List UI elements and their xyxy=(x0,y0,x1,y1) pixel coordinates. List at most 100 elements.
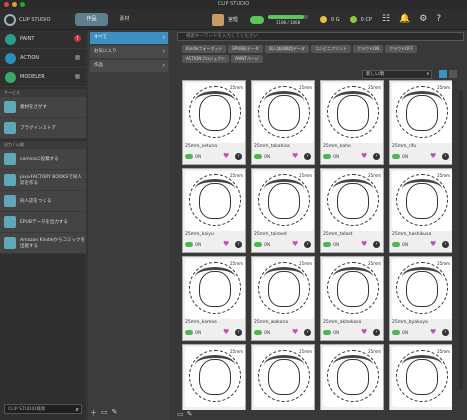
folder-icon[interactable]: ▭ xyxy=(177,410,184,418)
category-works[interactable]: 作品 › xyxy=(90,60,168,72)
services-header: サービス xyxy=(0,89,86,97)
keyword-search-placeholder: 検索キーワードを入力してください xyxy=(186,34,258,39)
cloud-icon xyxy=(185,242,193,247)
favorite-heart-icon[interactable]: ♥ xyxy=(223,241,229,248)
category-footer: ＋ ▭ ✎ xyxy=(90,408,118,418)
settings-sliders-icon[interactable]: ☷ xyxy=(382,14,390,24)
work-card[interactable]: 25mm 25mm_tairoed ON ♥ › xyxy=(251,168,315,253)
work-card[interactable]: 25mm 25mm_rifu ON ♥ › xyxy=(389,80,452,165)
favorite-heart-icon[interactable]: ♥ xyxy=(223,329,229,336)
work-card[interactable]: 25mm 25mm_kaiyu ON ♥ › xyxy=(182,168,246,253)
category-label: お気に入り xyxy=(94,49,117,54)
clip-studio-search-input[interactable]: CLIP STUDIO検索 ⌕ xyxy=(4,404,82,414)
work-card[interactable]: 25mm 25mm_kaho ON ♥ › xyxy=(320,80,384,165)
size-tag: 25mm xyxy=(368,349,381,354)
favorite-heart-icon[interactable]: ♥ xyxy=(292,241,298,248)
filter-chip[interactable]: EPUB形データ xyxy=(228,45,264,53)
avatar[interactable] xyxy=(212,13,224,26)
app-modeler[interactable]: MODELER ▦ xyxy=(0,68,86,87)
gold-value: 0 G xyxy=(331,16,340,23)
search-icon[interactable]: ⌕ xyxy=(76,405,79,414)
close-window-icon[interactable] xyxy=(4,2,9,7)
chevron-right-icon[interactable]: › xyxy=(304,153,311,160)
service-plugin-store[interactable]: プラグインストア xyxy=(0,118,86,139)
user-name[interactable]: 宮樫 xyxy=(228,16,238,23)
gear-icon[interactable]: ⚙ xyxy=(419,14,427,24)
maximize-window-icon[interactable] xyxy=(20,2,25,7)
keyword-search-input[interactable]: 検索キーワードを入力してください xyxy=(177,32,464,41)
add-icon[interactable]: ＋ xyxy=(90,408,97,418)
work-card[interactable]: 25mm 25mm_hashikusa ON ♥ › xyxy=(389,168,452,253)
chevron-right-icon[interactable]: › xyxy=(442,153,449,160)
chevron-right-icon[interactable]: › xyxy=(235,241,242,248)
publish-pixiv-factory[interactable]: pixivFACTORY BOOKSで同人誌を作る xyxy=(0,170,86,191)
list-view-icon[interactable] xyxy=(449,70,457,78)
publish-epub[interactable]: EPUBデータを出力する xyxy=(0,212,86,233)
edit-icon[interactable]: ✎ xyxy=(112,408,118,418)
sort-select[interactable]: 新しい順 ▾ xyxy=(362,70,432,79)
chevron-right-icon[interactable]: › xyxy=(442,329,449,336)
favorite-heart-icon[interactable]: ♥ xyxy=(223,153,229,160)
cloud-status-label: ON xyxy=(333,242,340,247)
favorite-heart-icon[interactable]: ♥ xyxy=(361,241,367,248)
folder-icon[interactable]: ▭ xyxy=(101,408,108,418)
chevron-right-icon[interactable]: › xyxy=(442,241,449,248)
publish-kindle[interactable]: Amazon Kindleからコミックを出版する xyxy=(0,233,86,254)
app-action[interactable]: ACTION ▦ xyxy=(0,49,86,68)
size-tag: 25mm xyxy=(230,173,243,178)
favorite-heart-icon[interactable]: ♥ xyxy=(361,153,367,160)
category-all[interactable]: すべて › xyxy=(90,32,168,44)
work-card[interactable]: 25mm 25mm_akitokasa ON ♥ › xyxy=(320,256,384,341)
favorite-heart-icon[interactable]: ♥ xyxy=(430,329,436,336)
chevron-right-icon[interactable]: › xyxy=(373,153,380,160)
app-paint[interactable]: PAINT ! xyxy=(0,30,86,49)
grid-view-icon[interactable] xyxy=(439,70,447,78)
work-card[interactable]: 25mm 25mm_wakana ON ♥ › xyxy=(251,256,315,341)
work-card[interactable]: 25mm 25mm_kamoe ON ♥ › xyxy=(182,256,246,341)
face-sketch xyxy=(406,271,438,307)
publish-doujinshi[interactable]: 同人誌をつくる xyxy=(0,191,86,212)
favorite-heart-icon[interactable]: ♥ xyxy=(292,153,298,160)
cloud-status-label: ON xyxy=(333,330,340,335)
chevron-right-icon[interactable]: › xyxy=(235,329,242,336)
tab-works[interactable]: 作品 xyxy=(75,13,108,26)
minimize-window-icon[interactable] xyxy=(12,2,17,7)
service-find-materials[interactable]: 素材をさがす xyxy=(0,97,86,118)
chevron-right-icon[interactable]: › xyxy=(304,329,311,336)
chevron-right-icon[interactable]: › xyxy=(373,241,380,248)
work-card[interactable]: 25mm xyxy=(251,344,315,410)
tab-materials[interactable]: 素材 xyxy=(108,13,141,26)
work-card[interactable]: 25mm 25mm_setuna ON ♥ › xyxy=(182,80,246,165)
scrollbar[interactable] xyxy=(459,90,463,390)
filter-chip[interactable]: Kindleフォーマット xyxy=(182,45,227,53)
work-card[interactable]: 25mm 25mm_tolast ON ♥ › xyxy=(320,168,384,253)
filter-chip[interactable]: クラウドOFF xyxy=(385,45,417,53)
grid-icon[interactable]: ▦ xyxy=(74,73,81,80)
filter-chip[interactable]: 同人誌印刷用データ xyxy=(265,45,310,53)
chevron-right-icon[interactable]: › xyxy=(373,329,380,336)
filter-chip[interactable]: ACTIONプロジェクト xyxy=(182,55,230,63)
chevron-right-icon[interactable]: › xyxy=(304,241,311,248)
work-card[interactable]: 25mm xyxy=(389,344,452,410)
notification-bell-icon[interactable]: 🔔 xyxy=(399,14,410,24)
work-card[interactable]: 25mm 25mm_takahisa ON ♥ › xyxy=(251,80,315,165)
cloud-status: ON xyxy=(323,154,339,159)
chevron-right-icon[interactable]: › xyxy=(235,153,242,160)
favorite-heart-icon[interactable]: ♥ xyxy=(292,329,298,336)
work-card[interactable]: 25mm xyxy=(320,344,384,410)
favorite-heart-icon[interactable]: ♥ xyxy=(430,153,436,160)
help-icon[interactable]: ? xyxy=(436,14,441,24)
cloud-status: ON xyxy=(185,330,201,335)
cloud-icon[interactable] xyxy=(250,15,265,24)
favorite-heart-icon[interactable]: ♥ xyxy=(430,241,436,248)
filter-chip[interactable]: コンビニプリント xyxy=(311,45,352,53)
category-favorites[interactable]: お気に入り › xyxy=(90,46,168,58)
filter-chip[interactable]: クラウドON xyxy=(353,45,384,53)
work-card[interactable]: 25mm xyxy=(182,344,246,410)
filter-chip[interactable]: PAINTページ xyxy=(231,55,263,63)
favorite-heart-icon[interactable]: ♥ xyxy=(361,329,367,336)
publish-comico[interactable]: comicoに投稿する xyxy=(0,149,86,170)
edit-icon[interactable]: ✎ xyxy=(187,410,193,418)
work-card[interactable]: 25mm 25mm_byakuya ON ♥ › xyxy=(389,256,452,341)
grid-icon[interactable]: ▦ xyxy=(74,54,81,61)
